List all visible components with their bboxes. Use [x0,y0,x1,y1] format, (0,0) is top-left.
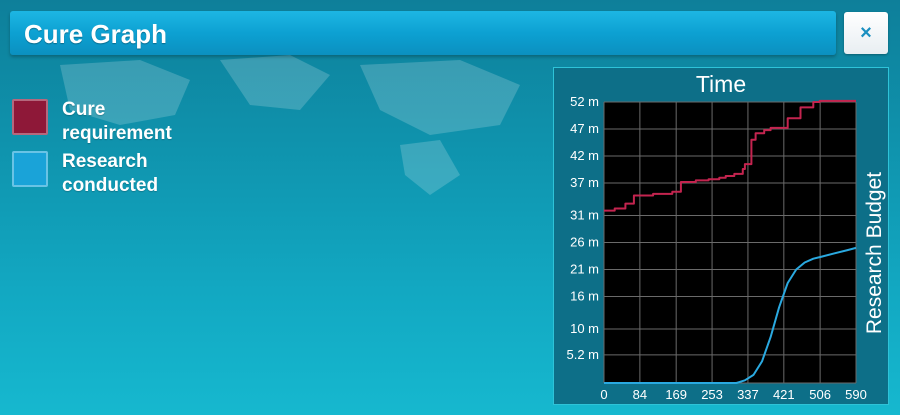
chart-y-axis-label: Research Budget [863,172,886,334]
legend-label-research: Research conducted [62,151,159,196]
x-tick-label: 0 [600,387,607,402]
x-tick-label: 506 [809,387,831,402]
legend-label-cure: Cure requirement [62,99,172,144]
y-axis-ticks: 52 m 47 m 42 m 37 m 31 m 26 m 21 m 16 m 10 m 5.2 … [566,94,599,362]
y-tick-label: 31 m [570,207,599,222]
cure-graph-chart: Time Research Budget 52 m 47 m 42 m 37 m 31 … [566,71,886,402]
y-tick-label: 21 m [570,262,599,277]
x-tick-label: 590 [845,387,867,402]
y-tick-label: 37 m [570,175,599,190]
x-tick-label: 253 [701,387,723,402]
x-tick-label: 337 [737,387,759,402]
y-tick-label: 47 m [570,121,599,136]
x-tick-label: 421 [773,387,795,402]
y-tick-label: 10 m [570,321,599,336]
page-title: Cure Graph [24,19,168,49]
x-axis-ticks: 0 84 169 253 337 421 506 590 [600,387,866,402]
close-button[interactable]: × [844,12,888,54]
title-bar: Cure Graph [10,11,836,55]
chart-title: Time [696,71,746,97]
y-tick-label: 5.2 m [566,347,599,362]
y-tick-label: 42 m [570,148,599,163]
close-icon: × [860,22,872,44]
legend-item-research-conducted: Research conducted [12,150,222,198]
legend-item-cure-requirement: Cure requirement [12,98,222,146]
legend-swatch-cure [12,99,48,135]
y-tick-label: 26 m [570,235,599,250]
x-tick-label: 169 [665,387,687,402]
y-tick-label: 16 m [570,289,599,304]
legend-swatch-research [12,151,48,187]
y-tick-label: 52 m [570,94,599,109]
x-tick-label: 84 [633,387,647,402]
